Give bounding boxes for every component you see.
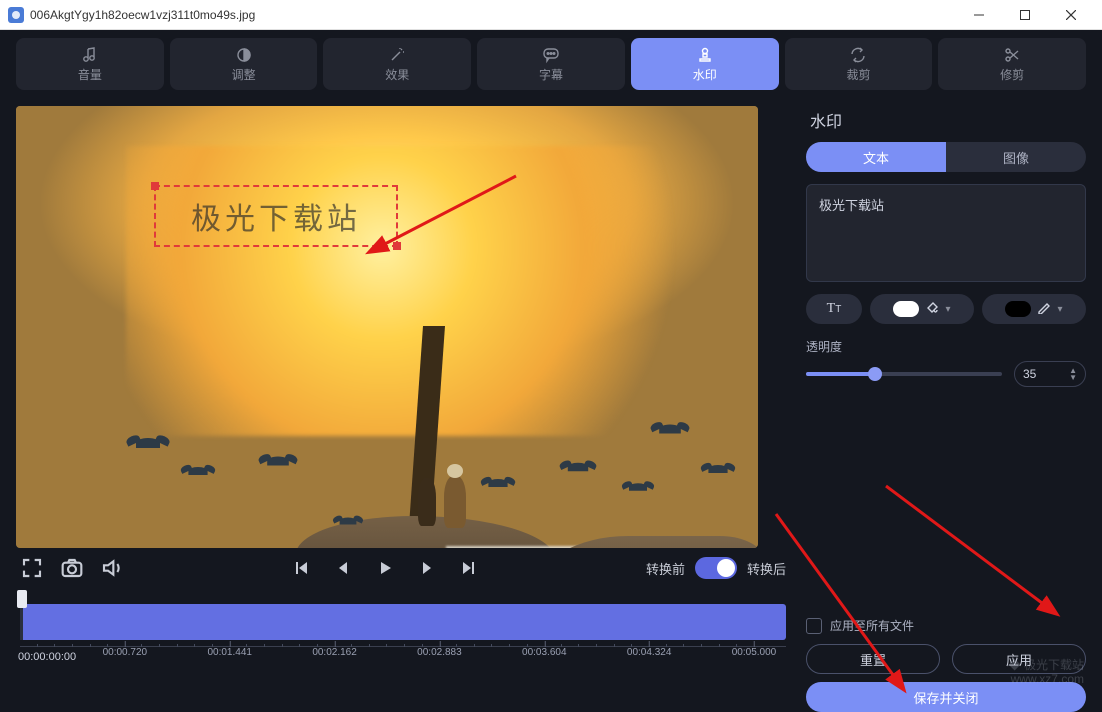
- ruler-tick: 00:02.162: [312, 647, 357, 658]
- save-close-button[interactable]: 保存并关闭: [806, 682, 1086, 712]
- watermark-bounding-box[interactable]: 极光下载站: [154, 185, 398, 247]
- time-ruler: 00:00:00:00 00:00.720 00:01.441 00:02.162 0…: [20, 646, 786, 670]
- snapshot-button[interactable]: [60, 556, 84, 580]
- tab-label: 裁剪: [846, 66, 870, 83]
- watermark-type-segment: 文本 图像: [806, 142, 1086, 172]
- stepper-down-icon[interactable]: ▼: [1069, 374, 1077, 381]
- play-button[interactable]: [373, 556, 397, 580]
- playhead[interactable]: [17, 590, 27, 608]
- before-label: 转换前: [646, 559, 685, 578]
- watermark-text-value: 极光下载站: [819, 198, 884, 213]
- before-after-toggle[interactable]: [695, 557, 737, 579]
- tab-volume[interactable]: 音量: [16, 38, 164, 90]
- ruler-tick: 00:02.883: [417, 647, 462, 658]
- stamp-icon: [696, 46, 714, 64]
- stroke-color-button[interactable]: ▾: [982, 294, 1086, 324]
- tab-label: 效果: [385, 66, 409, 83]
- contrast-icon: [235, 46, 253, 64]
- ruler-tick: 00:00.720: [103, 647, 148, 658]
- current-time: 00:00:00:00: [18, 651, 80, 663]
- panel-title: 水印: [810, 108, 1086, 132]
- tab-label: 修剪: [1000, 66, 1024, 83]
- prev-frame-button[interactable]: [331, 556, 355, 580]
- tab-watermark[interactable]: 水印: [631, 38, 779, 90]
- scissors-icon: [1003, 46, 1021, 64]
- tab-subtitle[interactable]: 字幕: [477, 38, 625, 90]
- fill-swatch: [893, 301, 919, 317]
- watermark-preview-text: 极光下载站: [191, 194, 361, 238]
- opacity-label: 透明度: [806, 338, 1086, 355]
- font-style-button[interactable]: TT: [806, 294, 862, 324]
- next-frame-button[interactable]: [415, 556, 439, 580]
- chevron-down-icon: ▾: [945, 304, 950, 315]
- stroke-swatch: [1005, 301, 1031, 317]
- ruler-tick: 00:01.441: [207, 647, 252, 658]
- watermark-text-input[interactable]: 极光下载站: [806, 184, 1086, 282]
- pen-icon: [1037, 300, 1051, 319]
- skip-end-button[interactable]: [457, 556, 481, 580]
- ruler-tick: 00:05.000: [732, 647, 777, 658]
- seg-text[interactable]: 文本: [806, 142, 946, 172]
- opacity-value: 35: [1023, 367, 1036, 381]
- tab-trim[interactable]: 修剪: [938, 38, 1086, 90]
- mute-button[interactable]: [100, 556, 124, 580]
- ruler-tick: 00:04.324: [627, 647, 672, 658]
- after-label: 转换后: [747, 559, 786, 578]
- apply-all-checkbox[interactable]: [806, 618, 822, 634]
- watermark-panel: 水印 文本 图像 极光下载站 TT ▾ ▾ 透明度: [806, 106, 1086, 712]
- crop-rotate-icon: [849, 46, 867, 64]
- tool-tabs: 音量 调整 效果 字幕 水印 裁剪 修剪: [0, 30, 1102, 96]
- magic-wand-icon: [388, 46, 406, 64]
- minimize-button[interactable]: [956, 0, 1002, 30]
- seg-image[interactable]: 图像: [946, 142, 1086, 172]
- opacity-stepper[interactable]: 35 ▲▼: [1014, 361, 1086, 387]
- maximize-button[interactable]: [1002, 0, 1048, 30]
- speech-bubble-icon: [542, 46, 560, 64]
- close-button[interactable]: [1048, 0, 1094, 30]
- app-icon: [8, 7, 24, 23]
- apply-button[interactable]: 应用: [952, 644, 1086, 674]
- preview-canvas[interactable]: 极光下载站: [16, 106, 758, 548]
- window-title: 006AkgtYgy1h82oecw1vzj311t0mo49s.jpg: [30, 8, 956, 22]
- tab-label: 水印: [693, 66, 717, 83]
- apply-all-label: 应用至所有文件: [830, 617, 914, 634]
- opacity-slider[interactable]: [806, 372, 1002, 376]
- player-controls: 转换前 转换后: [16, 548, 790, 584]
- tab-effect[interactable]: 效果: [323, 38, 471, 90]
- ruler-tick: 00:03.604: [522, 647, 567, 658]
- tab-crop[interactable]: 裁剪: [785, 38, 933, 90]
- skip-start-button[interactable]: [289, 556, 313, 580]
- timeline-track[interactable]: [20, 604, 786, 640]
- tab-label: 字幕: [539, 66, 563, 83]
- chevron-down-icon: ▾: [1057, 304, 1062, 315]
- text-style-icon: TT: [827, 301, 842, 317]
- title-bar: 006AkgtYgy1h82oecw1vzj311t0mo49s.jpg: [0, 0, 1102, 30]
- tab-label: 音量: [78, 66, 102, 83]
- reset-button[interactable]: 重置: [806, 644, 940, 674]
- tab-adjust[interactable]: 调整: [170, 38, 318, 90]
- tab-label: 调整: [232, 66, 256, 83]
- fill-color-button[interactable]: ▾: [870, 294, 974, 324]
- fill-bucket-icon: [925, 300, 939, 319]
- fullscreen-button[interactable]: [20, 556, 44, 580]
- music-note-icon: [81, 46, 99, 64]
